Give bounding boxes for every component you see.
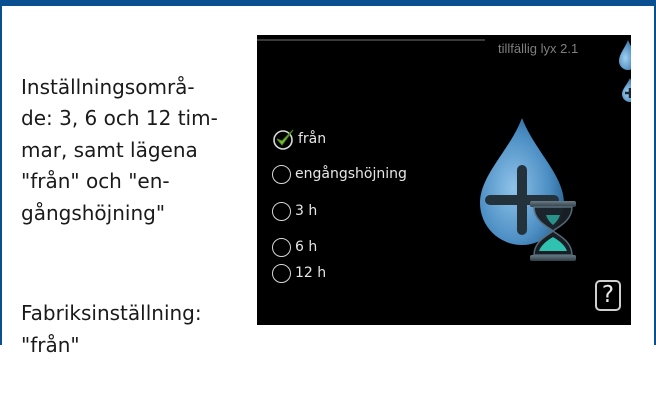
factory-setting-text: Fabriksinställning: "från": [21, 301, 202, 357]
radio-circle-icon: [272, 164, 291, 184]
option-6h[interactable]: 6 h: [272, 235, 317, 259]
radio-circle-icon: [272, 263, 291, 283]
option-label: 6 h: [295, 239, 318, 255]
option-engangshojning[interactable]: engångshöjning: [272, 162, 407, 186]
option-12h[interactable]: 12 h: [272, 261, 326, 285]
checkmark-icon: [273, 129, 294, 150]
hot-water-drop-icon: [619, 40, 631, 70]
display-screen: tillfällig lyx 2.1 från engångshöjning 3…: [257, 35, 631, 325]
title-divider: [257, 39, 485, 41]
question-mark-icon: ?: [601, 282, 615, 308]
option-label: engångshöjning: [295, 166, 407, 182]
option-label: från: [298, 131, 327, 147]
radio-circle-icon: [272, 237, 291, 257]
help-button[interactable]: ?: [595, 280, 621, 311]
option-label: 12 h: [295, 265, 327, 281]
setting-range-text: Inställningsområ- de: 3, 6 och 12 tim- m…: [21, 74, 218, 225]
radio-circle-icon: [272, 201, 291, 221]
option-3h[interactable]: 3 h: [272, 199, 317, 223]
screen-title: tillfällig lyx 2.1: [498, 41, 579, 56]
option-label: 3 h: [295, 203, 318, 219]
hot-water-plus-drop-icon: [622, 78, 631, 102]
option-fran[interactable]: från: [272, 127, 326, 151]
hot-water-drop-plus-hourglass-icon: [480, 118, 576, 261]
description-panel: Inställningsområ- de: 3, 6 och 12 tim- m…: [21, 40, 243, 393]
